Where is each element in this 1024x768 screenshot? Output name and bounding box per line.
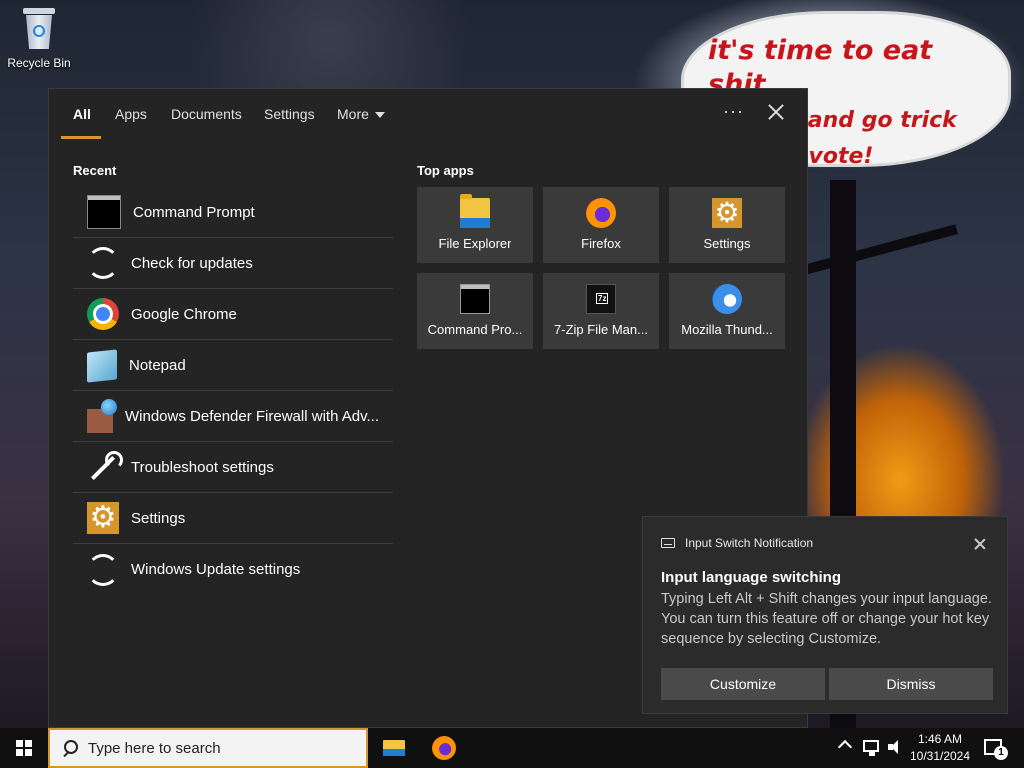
recent-item-command-prompt[interactable]: Command Prompt [73,187,393,238]
notification-count-badge: 1 [994,746,1008,760]
taskbar-clock[interactable]: 1:46 AM 10/31/2024 [906,731,974,765]
recycle-bin-icon [21,8,57,50]
clock-date: 10/31/2024 [909,749,971,763]
recent-item-check-for-updates[interactable]: Check for updates [73,238,393,289]
top-app-command-prompt[interactable]: Command Pro... [417,273,533,349]
tab-more[interactable]: More [337,106,385,122]
volume-icon[interactable] [888,740,902,754]
show-hidden-icons-chevron-icon[interactable] [837,739,853,755]
taskbar-firefox[interactable] [420,728,468,768]
recent-item-label: Notepad [129,356,186,374]
notepad-icon [87,349,117,383]
top-app-label: Command Pro... [427,322,523,337]
recent-item-notepad[interactable]: Notepad [73,340,393,391]
folder-icon [383,740,405,756]
top-app-label: File Explorer [438,236,512,251]
tab-all[interactable]: All [73,106,91,122]
close-icon[interactable] [765,101,787,123]
recent-item-troubleshoot-settings[interactable]: Troubleshoot settings [73,442,393,493]
firefox-icon [432,736,456,760]
recent-heading: Recent [73,163,117,178]
keyboard-icon [661,538,675,548]
notification-header: Input Switch Notification [661,536,813,550]
top-app-thunderbird[interactable]: Mozilla Thund... [669,273,785,349]
recent-item-label: Windows Defender Firewall with Adv... [125,407,379,425]
top-app-label: Mozilla Thund... [681,322,773,337]
tab-settings[interactable]: Settings [264,106,315,122]
recent-item-label: Command Prompt [133,203,255,221]
sync-icon [87,247,119,279]
notification-body: Typing Left Alt + Shift changes your inp… [661,591,992,647]
customize-button[interactable]: Customize [661,668,825,700]
folder-icon [460,194,490,228]
tab-more-label: More [337,106,369,122]
search-tabs: All Apps Documents Settings More ··· [49,89,807,141]
active-tab-indicator [61,136,101,139]
top-apps-heading: Top apps [417,163,474,178]
clock-time: 1:46 AM [917,732,963,746]
taskbar-file-explorer[interactable] [370,728,418,768]
top-app-firefox[interactable]: Firefox [543,187,659,263]
top-app-label: Settings [703,236,751,251]
input-switch-notification: Input Switch Notification Input language… [642,516,1008,714]
dismiss-button[interactable]: Dismiss [829,668,993,700]
thunderbird-icon [712,284,742,314]
firewall-icon [87,399,117,433]
recent-item-label: Check for updates [131,254,253,272]
search-input[interactable]: Type here to search [88,740,221,757]
recent-item-firewall[interactable]: Windows Defender Firewall with Adv... [73,391,393,442]
top-app-label: Firefox [581,236,621,251]
gear-icon [712,196,742,229]
chevron-down-icon [374,112,385,119]
chrome-icon [87,298,119,330]
7zip-icon [586,284,616,314]
search-icon [62,740,78,756]
notification-app-name: Input Switch Notification [685,536,814,550]
start-button[interactable] [0,728,48,768]
top-app-label: 7-Zip File Man... [554,322,648,337]
top-app-file-explorer[interactable]: File Explorer [417,187,533,263]
recent-item-label: Windows Update settings [131,561,301,578]
tab-apps[interactable]: Apps [115,106,147,122]
top-app-7zip[interactable]: 7-Zip File Man... [543,273,659,349]
more-options-button[interactable]: ··· [723,101,744,122]
recent-item-windows-update-settings[interactable]: Windows Update settings [73,544,393,595]
wrench-icon [87,451,123,483]
firefox-icon [586,198,616,228]
command-prompt-icon [87,195,121,229]
recent-item-label: Troubleshoot settings [131,458,274,476]
recycle-bin-label: Recycle Bin [7,56,71,70]
notification-title: Input language switching [661,569,841,586]
recycle-bin-shortcut[interactable]: Recycle Bin [4,6,74,76]
recent-item-label: Settings [131,509,186,527]
top-app-settings[interactable]: Settings [669,187,785,263]
windows-logo-icon [16,740,32,756]
sync-icon [87,553,119,586]
tab-documents[interactable]: Documents [171,106,242,122]
network-icon[interactable] [863,740,879,756]
gear-icon [87,500,119,535]
taskbar: Type here to search 1:46 AM 10/31/2024 1 [0,728,1024,768]
command-prompt-icon [460,284,490,314]
recent-item-google-chrome[interactable]: Google Chrome [73,289,393,340]
recent-item-settings[interactable]: Settings [73,493,393,544]
taskbar-search-box[interactable]: Type here to search [48,728,368,768]
recent-list: Command Prompt Check for updates Google … [73,187,393,595]
notification-close-icon[interactable] [973,537,987,551]
recent-item-label: Google Chrome [131,305,237,323]
